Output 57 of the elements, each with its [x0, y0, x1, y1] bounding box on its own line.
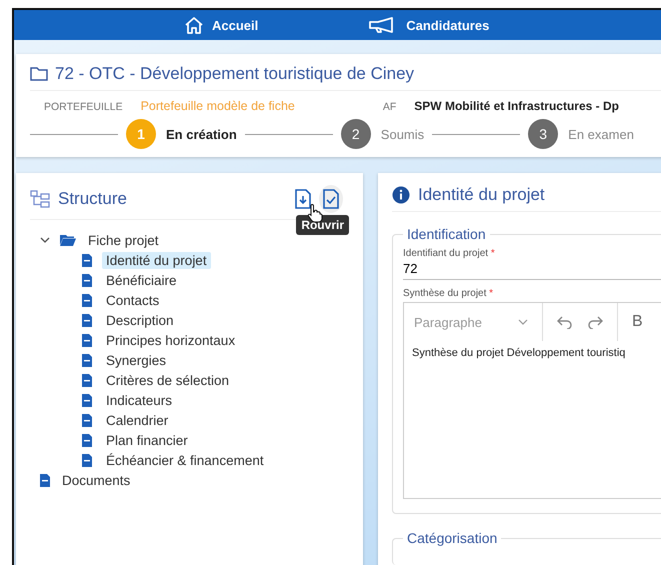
tree-item[interactable]: Identité du projet	[102, 252, 211, 268]
document-icon	[82, 254, 92, 266]
nav-link[interactable]: Accueil	[184, 16, 258, 34]
redo-icon[interactable]	[586, 315, 603, 329]
section-title: Catégorisation	[406, 530, 498, 546]
reopen-button[interactable]	[319, 185, 343, 213]
document-icon	[40, 474, 50, 486]
document-icon	[82, 454, 92, 466]
document-icon	[82, 274, 92, 286]
tree-item[interactable]: Contacts	[102, 292, 164, 308]
tree-item[interactable]: Échéancier & financement	[102, 452, 268, 468]
folder-icon	[60, 234, 76, 246]
step: 3 En examen	[528, 119, 634, 149]
tree-item[interactable]: Documents	[58, 472, 134, 488]
tree-item[interactable]: Plan financier	[102, 432, 192, 448]
portfolio-label: PORTEFEUILLE	[44, 101, 123, 113]
input-field[interactable]: 72	[403, 259, 661, 280]
tree-item[interactable]: Critères de sélection	[102, 372, 234, 388]
info-icon	[392, 186, 410, 204]
field-label: Synthèse du projet *	[403, 288, 494, 299]
section-title: Identification	[406, 226, 487, 242]
tree-item[interactable]: Calendrier	[102, 412, 172, 428]
document-icon	[82, 294, 92, 306]
folder-icon	[30, 67, 48, 81]
undo-icon[interactable]	[556, 315, 573, 329]
field-label: Identifiant du projet *	[403, 248, 496, 259]
editor-text: Synthèse du projet Développement touristiq	[411, 347, 626, 359]
home-icon	[184, 16, 204, 34]
step: 2 Soumis	[340, 119, 424, 149]
tooltip: Rouvrir	[296, 215, 349, 235]
document-icon	[82, 354, 92, 366]
tree-item[interactable]: Principes horizontaux	[102, 332, 240, 348]
document-icon	[82, 314, 92, 326]
panel-title: Structure	[58, 189, 127, 209]
portfolio-value: Portefeuille modèle de fiche	[140, 99, 295, 113]
bold-button[interactable]: B	[632, 313, 643, 331]
document-icon	[82, 334, 92, 346]
nav-link[interactable]: Candidatures	[368, 17, 490, 33]
tree-item[interactable]: Description	[102, 312, 178, 328]
document-icon	[82, 414, 92, 426]
tree-item[interactable]: Synergies	[102, 352, 170, 368]
document-icon	[82, 434, 92, 446]
hierarchy-icon	[30, 190, 50, 208]
panel-title: Identité du projet	[418, 185, 545, 205]
document-icon	[82, 394, 92, 406]
af-label: AF	[382, 101, 396, 113]
tree-item[interactable]: Indicateurs	[102, 392, 176, 408]
step: 1 En création	[126, 119, 237, 149]
tree-item[interactable]: Bénéficiaire	[102, 272, 181, 288]
document-icon	[82, 374, 92, 386]
rich-text-editor[interactable]: Paragraphe B Synthèse du projet Développement touristiq	[403, 302, 661, 499]
download-document-icon[interactable]	[295, 189, 311, 209]
af-value: SPW Mobilité et Infrastructures - Dp	[414, 99, 619, 113]
project-title: 72 - OTC - Développement touristique de Ciney	[55, 64, 414, 84]
chevron-down-icon	[518, 319, 528, 325]
tree-item[interactable]: Fiche projet	[84, 232, 163, 248]
chevron-icon[interactable]	[40, 236, 50, 244]
